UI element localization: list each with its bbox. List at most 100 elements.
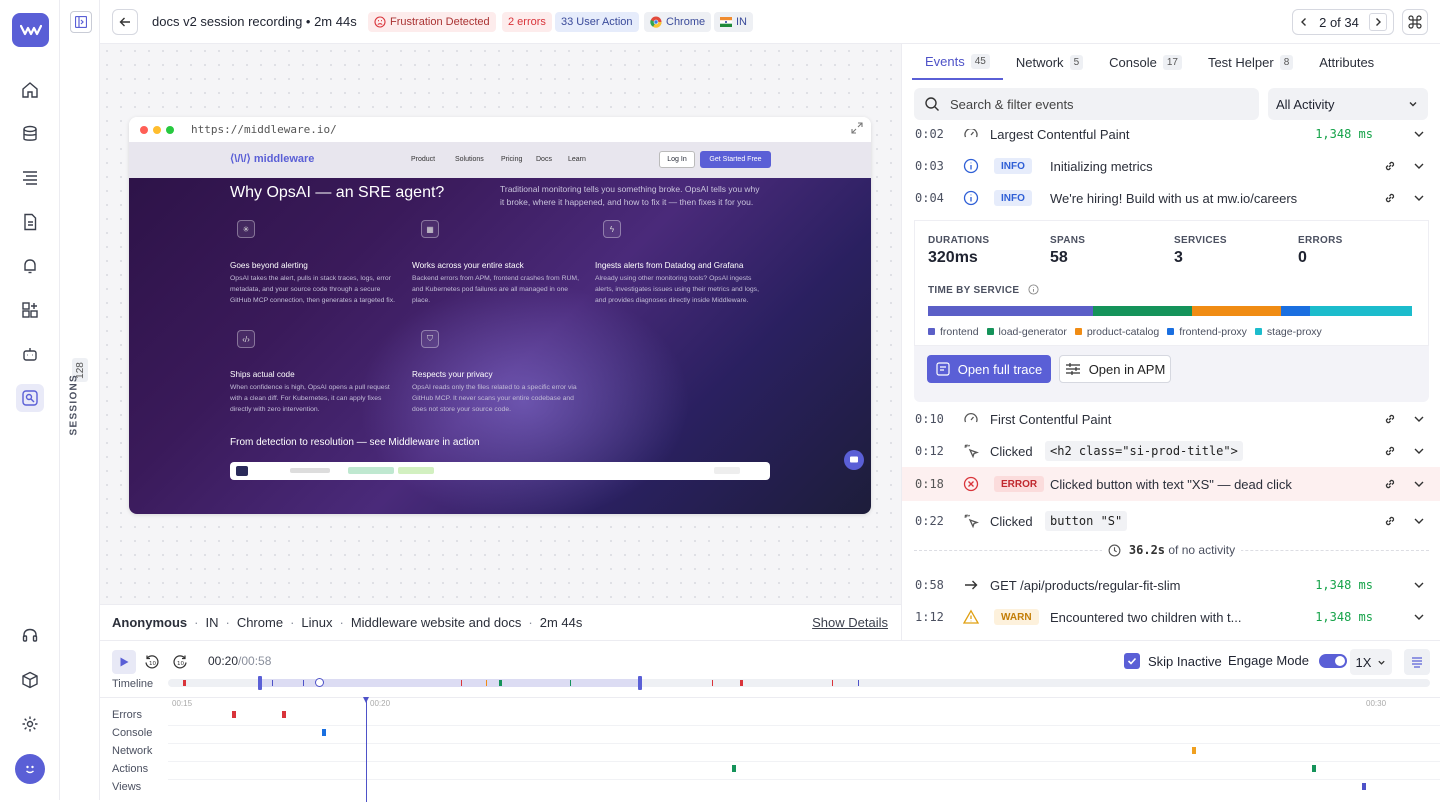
maximize-dot xyxy=(166,125,174,134)
event-row-error[interactable]: 0:18 ERROR Clicked button with text "XS"… xyxy=(902,467,1440,501)
session-replay-icon[interactable] xyxy=(16,384,44,412)
chevron-down-icon xyxy=(1414,481,1424,487)
user-avatar[interactable] xyxy=(15,754,45,784)
fullscreen-icon[interactable] xyxy=(851,122,863,134)
grid-icon: ▦ xyxy=(421,220,439,238)
skip-inactive-toggle[interactable]: Skip Inactive xyxy=(1124,653,1222,669)
link-icon xyxy=(1385,446,1395,456)
settings-icon[interactable] xyxy=(18,712,42,736)
sessions-label[interactable]: SESSIONS xyxy=(69,374,80,436)
back-button[interactable] xyxy=(112,9,138,35)
error-marker[interactable] xyxy=(282,711,286,718)
open-full-trace-button[interactable]: Open full trace xyxy=(927,355,1051,383)
open-in-apm-button[interactable]: Open in APM xyxy=(1059,355,1171,383)
forward-10-button[interactable]: 10 xyxy=(168,650,192,674)
checkbox-checked-icon xyxy=(1124,653,1140,669)
list-view-button[interactable] xyxy=(1404,649,1430,675)
infra-icon[interactable] xyxy=(18,122,42,146)
action-marker[interactable] xyxy=(1312,765,1316,772)
selection-end-handle[interactable] xyxy=(638,676,642,690)
selection-start-handle[interactable] xyxy=(258,676,262,690)
console-marker[interactable] xyxy=(322,729,326,736)
inactivity-duration: 36.2s xyxy=(1128,543,1166,557)
ai-bot-icon[interactable] xyxy=(18,342,42,366)
play-button[interactable] xyxy=(112,650,136,674)
tab-network[interactable]: Network 5 xyxy=(1003,44,1096,80)
country-badge: IN xyxy=(714,12,753,32)
service-legend-item: stage-proxy xyxy=(1254,326,1322,338)
chevron-down-icon xyxy=(1414,416,1424,422)
command-button[interactable] xyxy=(1402,9,1428,35)
feature-card: ϟ xyxy=(603,220,778,238)
search-icon xyxy=(925,97,939,111)
next-session-button[interactable] xyxy=(1368,13,1387,31)
rewind-10-button[interactable]: 10 xyxy=(140,650,164,674)
meta-user: Anonymous xyxy=(112,615,188,630)
event-row[interactable]: 0:03 INFO Initializing metrics xyxy=(902,150,1440,182)
event-row[interactable]: 0:10 First Contentful Paint xyxy=(902,403,1440,435)
middleware-logo[interactable] xyxy=(12,13,49,47)
site-logo: ⟨\/\/⟩ middleware xyxy=(230,153,315,165)
warning-icon xyxy=(963,609,979,625)
apm-icon xyxy=(1065,363,1080,375)
event-row[interactable]: 1:12 WARN Encountered two children with … xyxy=(902,601,1440,633)
site-nav-solutions: Solutions xyxy=(455,156,484,163)
chevron-left-icon[interactable] xyxy=(1299,17,1309,27)
site-headline: Why OpsAI — an SRE agent? xyxy=(230,184,445,201)
feature-title: Works across your entire stack xyxy=(412,261,524,270)
gauge-icon xyxy=(963,129,979,142)
link-icon xyxy=(1385,516,1395,526)
tab-test-helper[interactable]: Test Helper 8 xyxy=(1195,44,1306,80)
event-row[interactable]: 0:12 Clicked <h2 class="si-prod-title"> xyxy=(902,435,1440,467)
minimize-dot xyxy=(153,125,161,134)
replay-stage: https://middleware.io/ ⟨\/\/⟩ middleware… xyxy=(100,44,901,604)
view-marker[interactable] xyxy=(1362,783,1366,790)
event-search xyxy=(914,88,1259,120)
replay-url: https://middleware.io/ xyxy=(191,123,337,136)
feature-desc: Already using other monitoring tools? Op… xyxy=(595,275,759,304)
gauge-icon xyxy=(963,411,979,427)
event-row[interactable]: 0:02 Largest Contentful Paint 1,348 ms xyxy=(902,129,1440,150)
engage-mode-toggle[interactable]: Engage Mode xyxy=(1228,653,1347,668)
feature-title: Respects your privacy xyxy=(412,370,493,379)
search-input[interactable] xyxy=(950,96,1240,112)
browser-badge: Chrome xyxy=(644,12,712,32)
activity-filter[interactable]: All Activity xyxy=(1268,88,1428,120)
rewind-10-icon: 10 xyxy=(145,655,159,669)
lane-label: Console xyxy=(112,727,153,739)
action-marker[interactable] xyxy=(732,765,736,772)
info-icon xyxy=(963,190,979,206)
home-icon[interactable] xyxy=(18,78,42,102)
error-marker[interactable] xyxy=(232,711,236,718)
frustrated-face-icon xyxy=(374,16,386,28)
link-icon xyxy=(1385,479,1395,489)
dashboards-icon[interactable] xyxy=(18,298,42,322)
tab-console[interactable]: Console 17 xyxy=(1096,44,1195,80)
playhead-knob[interactable] xyxy=(315,678,324,687)
event-row[interactable]: 0:58 GET /api/products/regular-fit-slim … xyxy=(902,569,1440,601)
playback-speed-select[interactable]: 1X xyxy=(1350,649,1392,675)
feature-desc: OpsAI reads only the files related to a … xyxy=(412,384,577,413)
event-row-expanded[interactable]: 0:04 INFO We're hiring! Build with us at… xyxy=(902,182,1440,214)
feature-title: Ingests alerts from Datadog and Grafana xyxy=(595,261,744,270)
show-details-link[interactable]: Show Details xyxy=(812,615,888,630)
tick-label: 00:20 xyxy=(370,699,391,708)
expand-sessions-button[interactable] xyxy=(70,11,92,33)
alerts-icon[interactable] xyxy=(18,254,42,278)
packages-icon[interactable] xyxy=(18,668,42,692)
tab-attributes[interactable]: Attributes xyxy=(1306,44,1387,80)
feature-title: Goes beyond alerting xyxy=(230,261,308,270)
event-row[interactable]: 0:22 Clicked button "S" xyxy=(902,505,1440,537)
support-icon[interactable] xyxy=(18,624,42,648)
frustration-badge: Frustration Detected xyxy=(368,12,496,32)
playhead-cursor[interactable] xyxy=(363,697,369,802)
info-badge: INFO xyxy=(994,190,1032,206)
feature-card: ‹/› xyxy=(237,330,412,348)
timeline-scrubber[interactable] xyxy=(168,676,1430,690)
documents-icon[interactable] xyxy=(18,210,42,234)
network-marker[interactable] xyxy=(1192,747,1196,754)
logs-icon[interactable] xyxy=(18,166,42,190)
tab-events[interactable]: Events 45 xyxy=(912,44,1003,80)
code-icon: ‹/› xyxy=(237,330,255,348)
service-bar-segment xyxy=(1191,306,1282,316)
